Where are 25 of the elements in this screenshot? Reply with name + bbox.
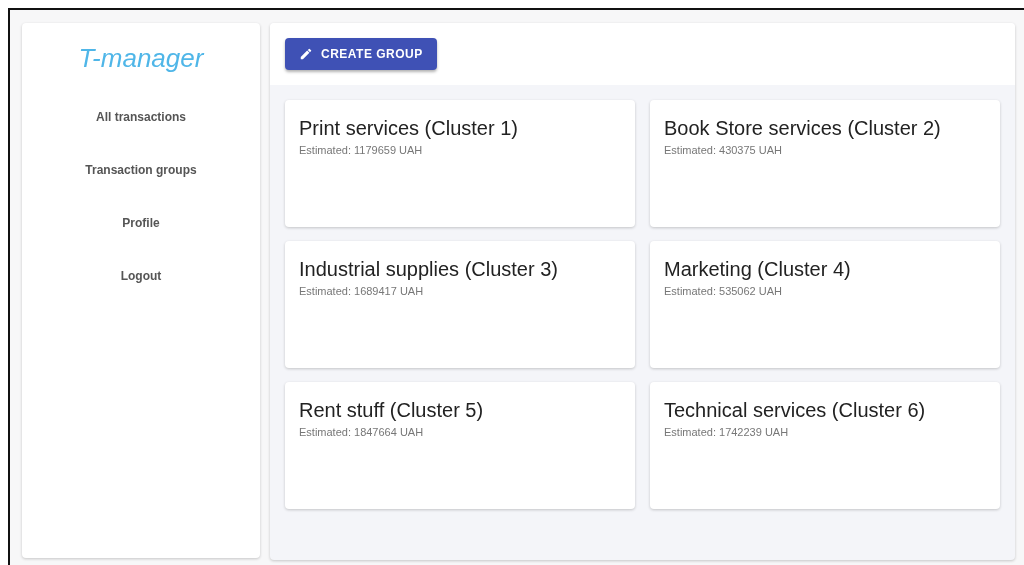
nav-link[interactable]: Profile [122,216,160,269]
create-group-button[interactable]: CREATE GROUP [285,38,437,70]
group-estimate: Estimated: 1742239 UAH [664,426,790,438]
nav-link[interactable]: Logout [120,269,162,322]
group-title: Rent stuff (Cluster 5) [299,399,485,422]
group-estimate: Estimated: 1847664 UAH [299,426,425,438]
group-title: Print services (Cluster 1) [299,117,519,140]
group-card[interactable]: Industrial supplies (Cluster 3) Estimated: 1689417 UAH [285,241,635,368]
group-title: Book Store services (Cluster 2) [664,117,942,140]
nav-link[interactable]: All transactions [96,110,186,163]
group-card[interactable]: Print services (Cluster 1) Estimated: 1179659 UAH [285,100,635,227]
pencil-icon [299,47,313,61]
group-card[interactable]: Book Store services (Cluster 2) Estimated: 430375 UAH [650,100,1000,227]
app-logo: T-manager [78,43,204,74]
group-estimate: Estimated: 535062 UAH [664,285,783,297]
group-title: Technical services (Cluster 6) [664,399,927,422]
group-card[interactable]: Marketing (Cluster 4) Estimated: 535062 UAH [650,241,1000,368]
group-title: Industrial supplies (Cluster 3) [299,258,559,281]
nav-link[interactable]: Transaction groups [85,163,197,216]
group-title: Marketing (Cluster 4) [664,258,852,281]
group-estimate: Estimated: 1179659 UAH [299,144,424,156]
group-estimate: Estimated: 430375 UAH [664,144,783,156]
group-estimate: Estimated: 1689417 UAH [299,285,425,297]
group-card[interactable]: Technical services (Cluster 6) Estimated: 1742239 UAH [650,382,1000,509]
group-card[interactable]: Rent stuff (Cluster 5) Estimated: 1847664 UAH [285,382,635,509]
